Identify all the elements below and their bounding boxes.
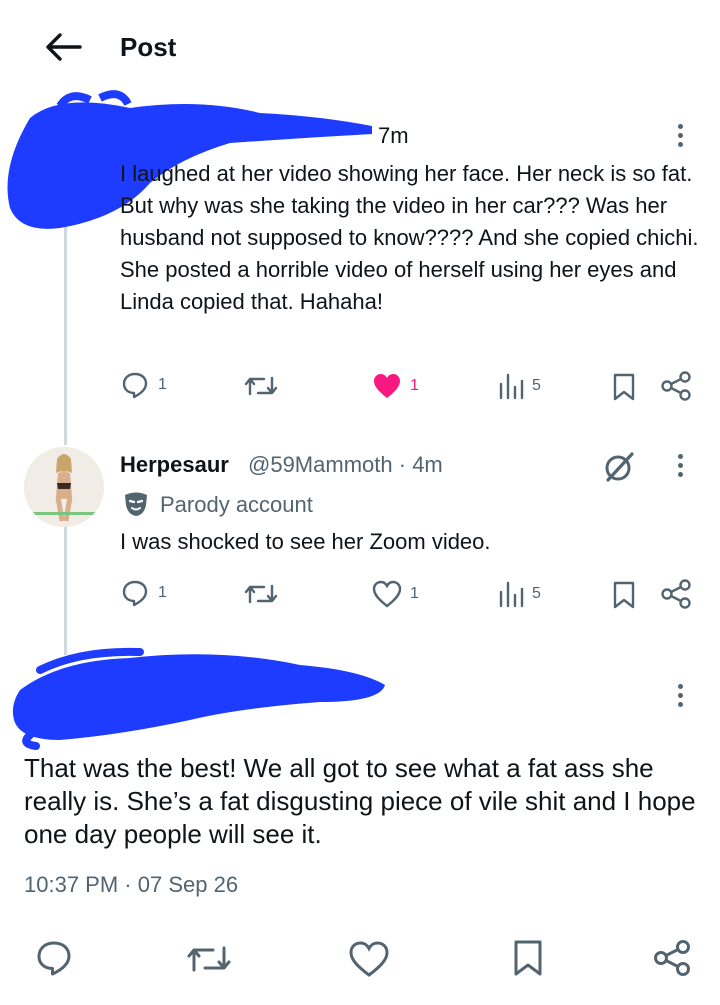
tweet-time: 10:37 PM xyxy=(24,872,119,897)
views-icon xyxy=(499,581,524,608)
retweet-icon xyxy=(244,584,278,604)
tweet-date: 07 Sep 26 xyxy=(137,872,239,897)
redaction-scribble xyxy=(12,647,385,750)
tweet-timestamp[interactable]: 10:37 PM · 07 Sep 26 xyxy=(24,872,238,898)
views-button[interactable]: 5 xyxy=(498,580,541,608)
author-meta: @59Mammoth · 4m xyxy=(248,452,443,478)
tweet-time: 4m xyxy=(412,452,443,477)
separator-dot: · xyxy=(398,452,413,477)
header: Post xyxy=(0,0,720,90)
views-count: 5 xyxy=(532,377,541,394)
thread-line xyxy=(64,225,67,445)
share-icon[interactable] xyxy=(660,370,692,402)
reply-button[interactable]: 1 xyxy=(120,370,167,400)
tweet-text: I laughed at her video showing her face.… xyxy=(120,161,699,314)
bookmark-icon[interactable] xyxy=(612,372,636,402)
back-arrow-icon[interactable] xyxy=(44,32,82,62)
views-button[interactable]: 5 xyxy=(498,372,541,400)
separator-dot: · xyxy=(124,872,138,897)
views-icon xyxy=(499,373,524,400)
reply-icon xyxy=(122,372,148,399)
heart-icon xyxy=(374,374,400,398)
retweet-icon xyxy=(244,376,278,396)
parody-badge: Parody account xyxy=(160,492,313,517)
like-button[interactable]: 1 xyxy=(372,372,419,400)
avatar-photo xyxy=(24,447,104,527)
more-icon[interactable] xyxy=(676,124,684,151)
author-name[interactable]: Herpesaur xyxy=(120,452,229,478)
heart-icon xyxy=(372,580,402,608)
heart-icon[interactable] xyxy=(348,940,390,978)
page-title: Post xyxy=(120,32,177,62)
author-handle[interactable]: @59Mammoth xyxy=(248,452,393,477)
reply-icon[interactable] xyxy=(34,938,74,978)
tweet-text: That was the best! We all got to see wha… xyxy=(24,753,696,849)
like-count: 1 xyxy=(410,377,419,394)
bookmark-icon[interactable] xyxy=(512,938,544,978)
like-count: 1 xyxy=(410,585,419,602)
more-icon[interactable] xyxy=(676,684,684,711)
reply-count: 1 xyxy=(158,584,167,601)
grok-icon[interactable] xyxy=(602,450,636,484)
reply-count: 1 xyxy=(158,376,167,393)
parody-mask-icon xyxy=(125,492,147,516)
avatar[interactable] xyxy=(24,447,104,527)
reply-button[interactable]: 1 xyxy=(120,578,167,608)
tweet-text: I was shocked to see her Zoom video. xyxy=(120,529,491,554)
share-icon[interactable] xyxy=(660,578,692,610)
tweet-time: 7m xyxy=(378,123,409,148)
share-icon[interactable] xyxy=(652,938,692,978)
retweet-button[interactable] xyxy=(244,372,278,400)
views-count: 5 xyxy=(532,585,541,602)
more-icon[interactable] xyxy=(676,454,684,481)
retweet-button[interactable] xyxy=(244,580,278,608)
bookmark-icon[interactable] xyxy=(612,580,636,610)
like-button[interactable]: 1 xyxy=(372,580,419,608)
retweet-icon[interactable] xyxy=(186,941,232,977)
thread-line xyxy=(64,515,67,655)
reply-icon xyxy=(122,580,148,607)
